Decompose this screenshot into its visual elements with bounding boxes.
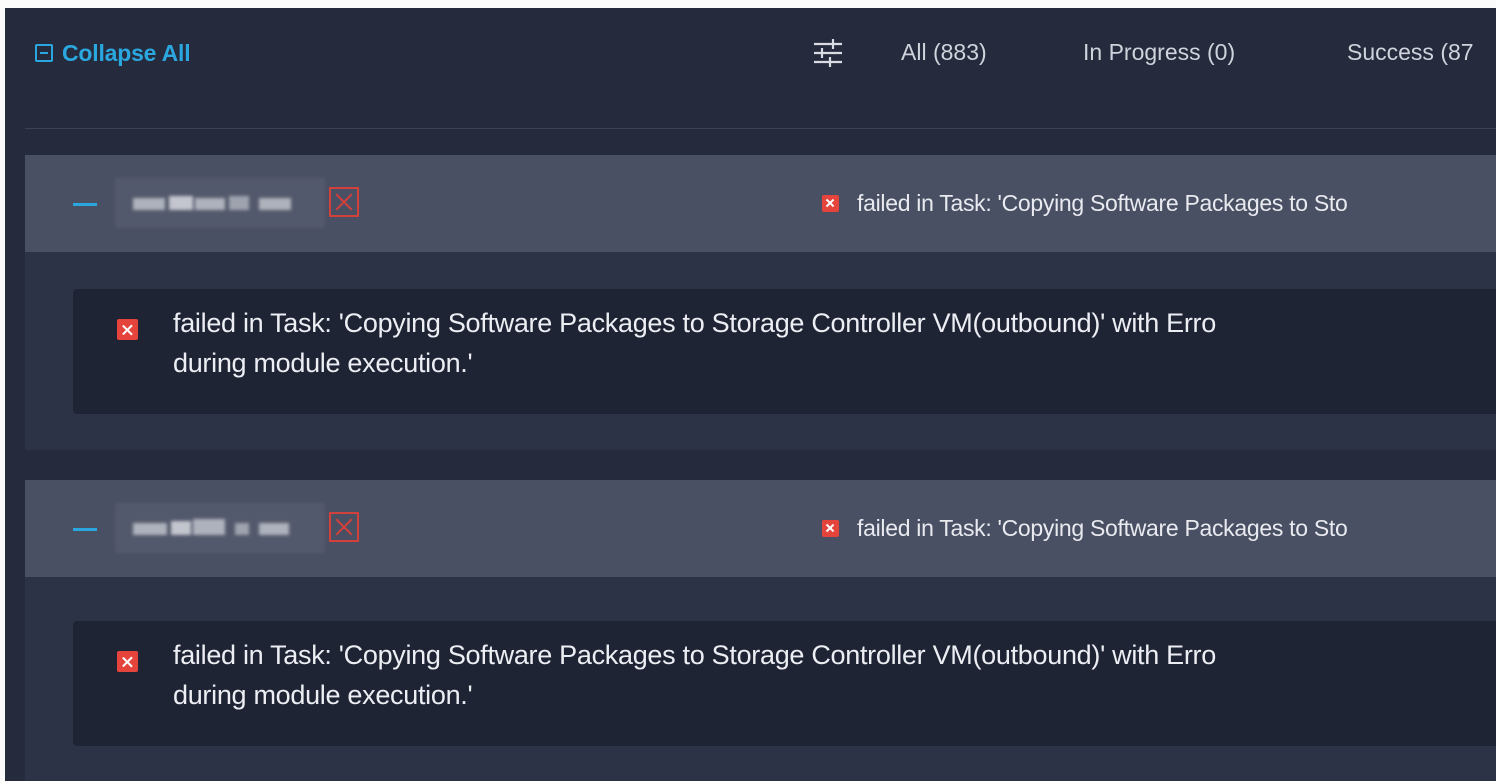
node-group: failed in Task: 'Copying Software Packag… bbox=[25, 480, 1496, 781]
error-message: failed in Task: 'Copying Software Packag… bbox=[173, 635, 1496, 715]
failed-box-icon bbox=[329, 187, 359, 217]
results-toolbar: Collapse All All (883) In Progress (0) S… bbox=[5, 8, 1496, 96]
tab-success[interactable]: Success (87 bbox=[1347, 39, 1474, 66]
detail-error-icon-wrap bbox=[117, 651, 138, 677]
task-error-detail: failed in Task: 'Copying Software Packag… bbox=[73, 621, 1496, 746]
toolbar-divider bbox=[25, 128, 1496, 129]
failed-box-icon bbox=[329, 512, 359, 542]
header-status: failed in Task: 'Copying Software Packag… bbox=[822, 189, 1348, 217]
redacted-node-name bbox=[115, 503, 325, 553]
error-message-line: during module execution.' bbox=[173, 680, 473, 710]
node-group-header[interactable]: failed in Task: 'Copying Software Packag… bbox=[25, 480, 1496, 577]
error-message-line: during module execution.' bbox=[173, 348, 473, 378]
collapse-group-button[interactable] bbox=[73, 528, 97, 531]
header-status: failed in Task: 'Copying Software Packag… bbox=[822, 514, 1348, 542]
collapse-square-icon bbox=[35, 44, 53, 62]
detail-error-icon-wrap bbox=[117, 319, 138, 345]
task-results-panel: Collapse All All (883) In Progress (0) S… bbox=[5, 8, 1496, 781]
tab-in-progress[interactable]: In Progress (0) bbox=[1083, 39, 1235, 66]
node-group: failed in Task: 'Copying Software Packag… bbox=[25, 155, 1496, 450]
header-status-message: failed in Task: 'Copying Software Packag… bbox=[857, 514, 1348, 541]
error-message-line: failed in Task: 'Copying Software Packag… bbox=[173, 308, 1216, 338]
error-message-line: failed in Task: 'Copying Software Packag… bbox=[173, 640, 1216, 670]
error-message: failed in Task: 'Copying Software Packag… bbox=[173, 303, 1496, 383]
error-icon bbox=[822, 194, 839, 212]
error-icon bbox=[117, 651, 138, 672]
collapse-group-button[interactable] bbox=[73, 203, 97, 206]
redacted-node-name bbox=[115, 178, 325, 228]
tab-all[interactable]: All (883) bbox=[901, 39, 987, 66]
error-icon bbox=[117, 319, 138, 340]
collapse-all-button[interactable]: Collapse All bbox=[35, 39, 191, 66]
filter-sliders-icon[interactable] bbox=[810, 36, 846, 70]
header-status-message: failed in Task: 'Copying Software Packag… bbox=[857, 189, 1348, 216]
node-group-header[interactable]: failed in Task: 'Copying Software Packag… bbox=[25, 155, 1496, 252]
error-icon bbox=[822, 519, 839, 537]
screenshot-frame: Collapse All All (883) In Progress (0) S… bbox=[0, 0, 1496, 781]
task-error-detail: failed in Task: 'Copying Software Packag… bbox=[73, 289, 1496, 414]
collapse-all-label: Collapse All bbox=[62, 39, 191, 66]
